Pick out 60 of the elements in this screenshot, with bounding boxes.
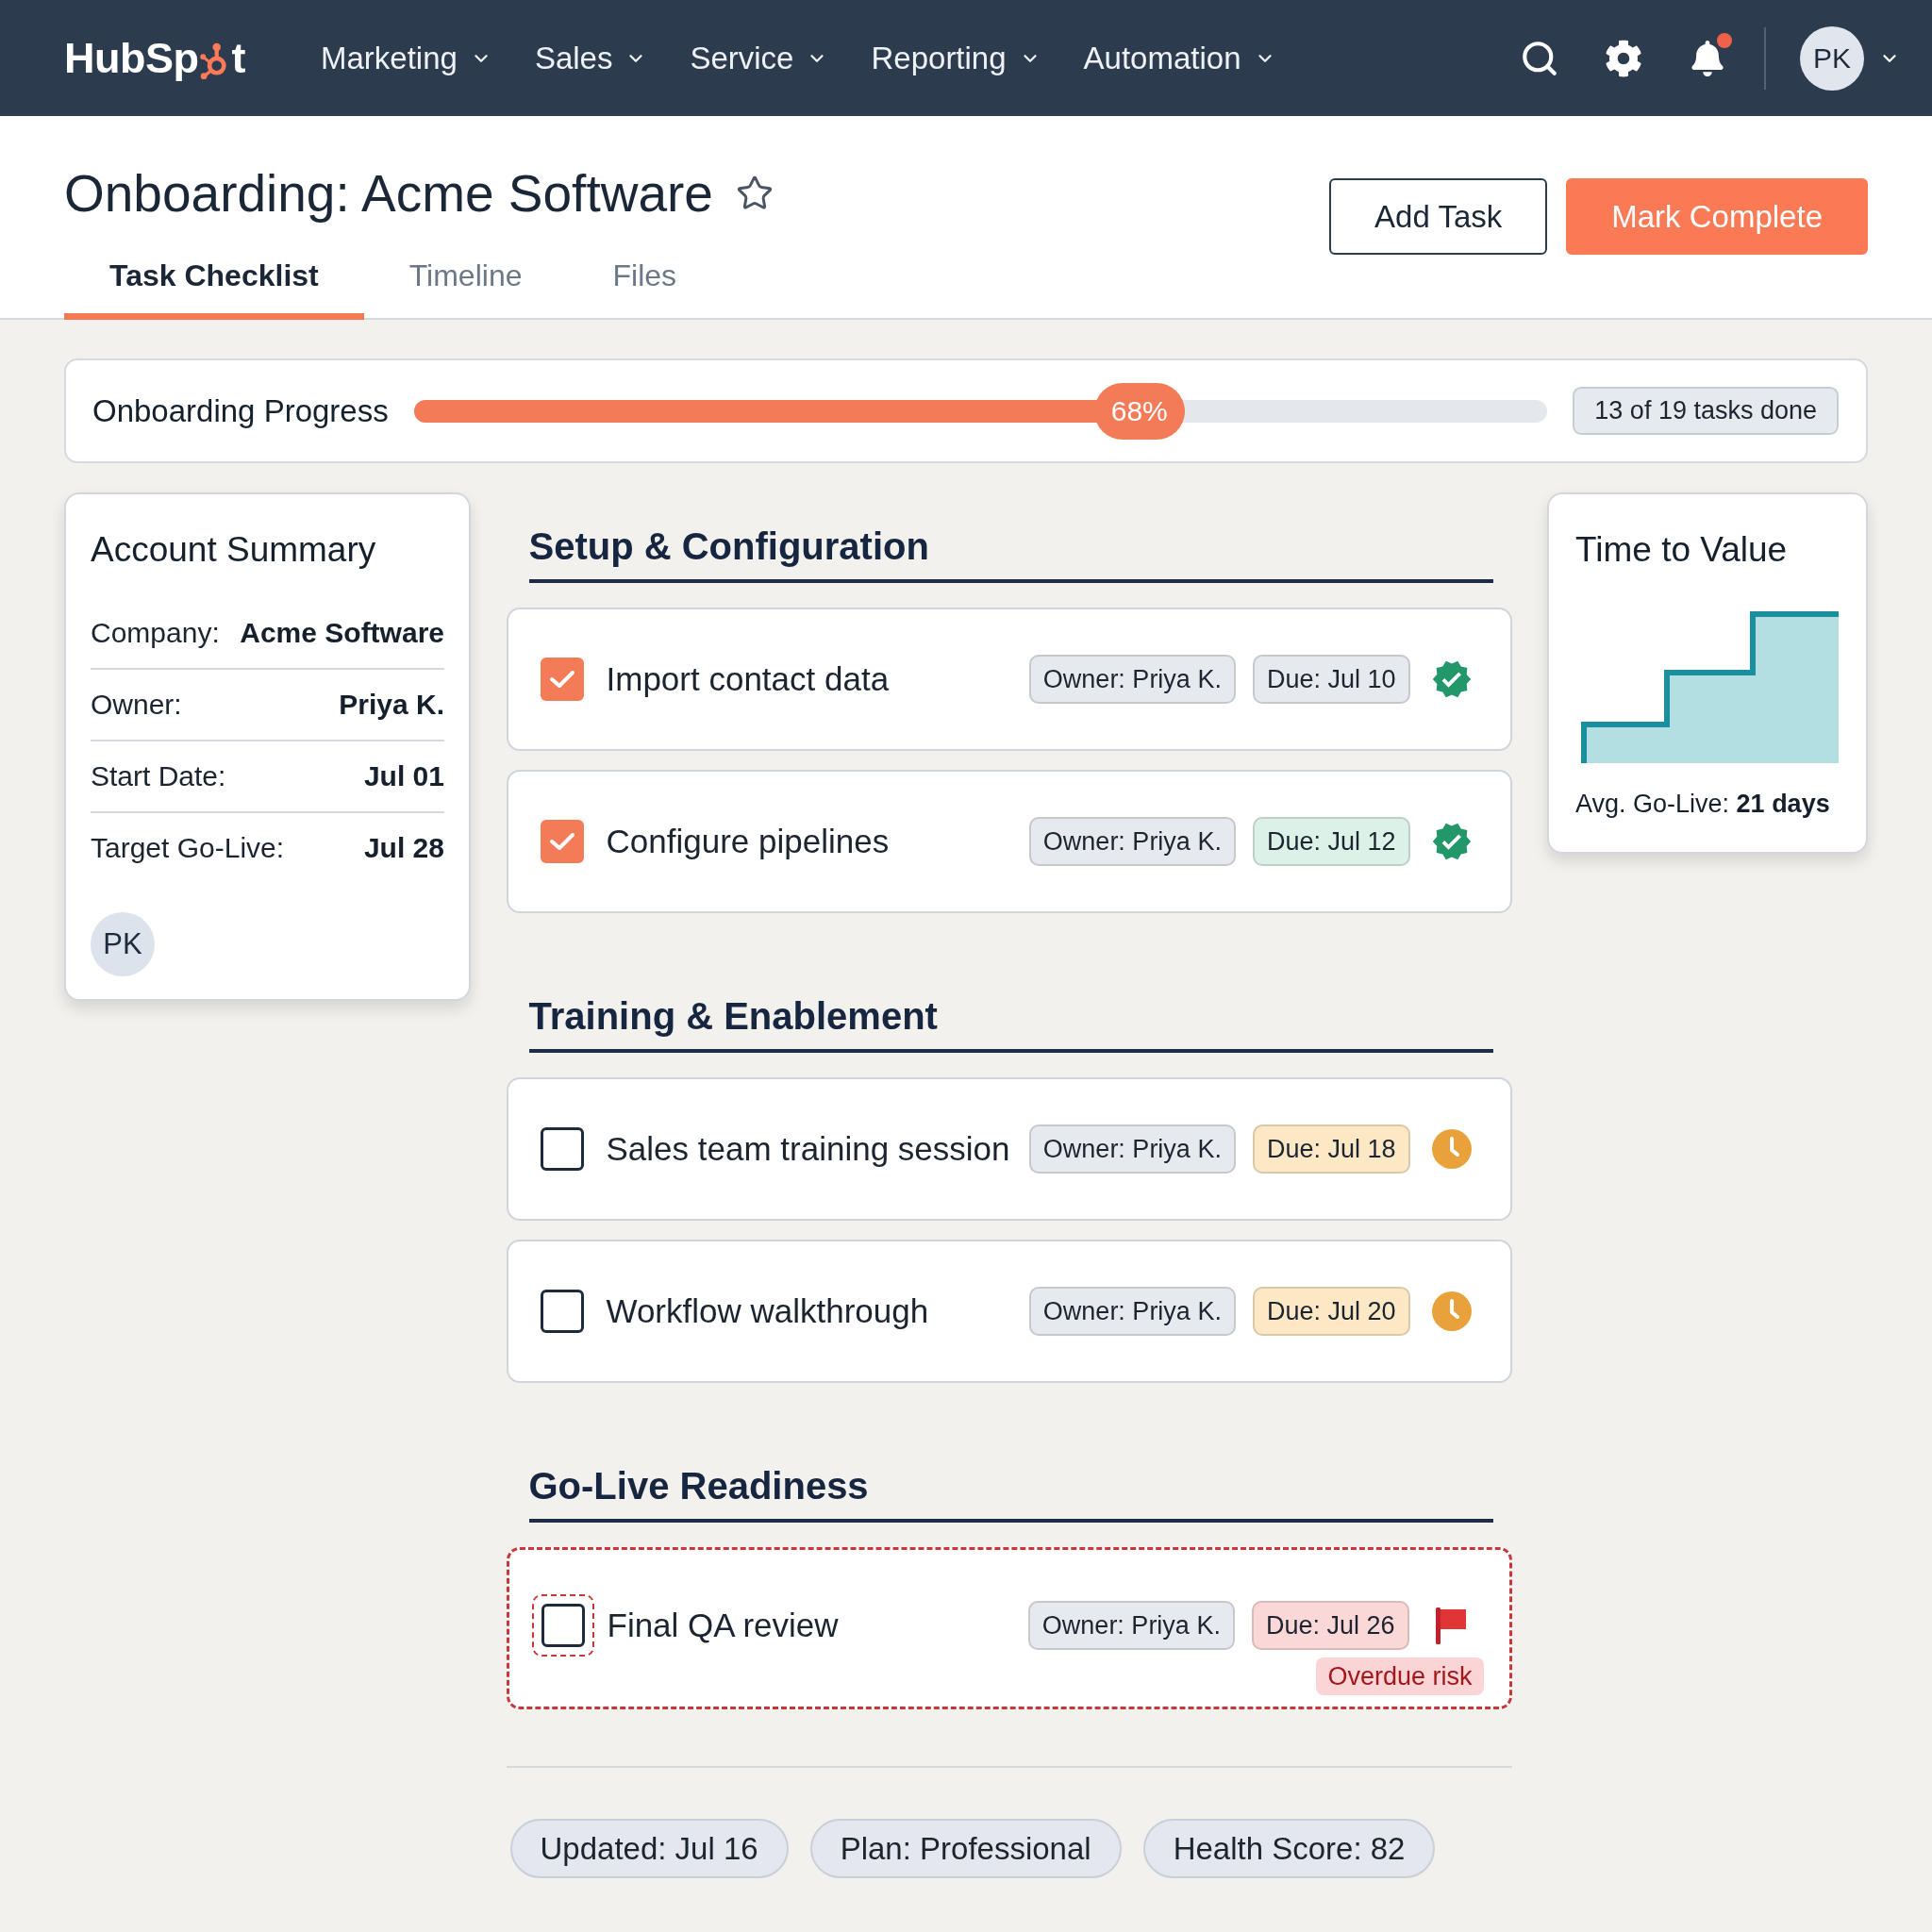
add-task-button[interactable]: Add Task [1329, 178, 1548, 255]
info-pill: Health Score: 82 [1142, 1819, 1436, 1878]
due-date-tag: Due: Jul 18 [1252, 1124, 1410, 1174]
owner-avatar: PK [91, 912, 155, 976]
field-label: Company: [91, 617, 220, 649]
checkbox[interactable] [540, 1290, 584, 1333]
checkbox[interactable] [540, 658, 584, 701]
due-date-tag: Due: Jul 20 [1252, 1287, 1410, 1336]
tab[interactable]: Timeline [363, 242, 568, 320]
task-title: Configure pipelines [606, 823, 891, 860]
owner-tag: Owner: Priya K. [1028, 1124, 1236, 1174]
tab[interactable]: Task Checklist [64, 242, 364, 320]
task-title: Workflow walkthrough [606, 1292, 930, 1330]
owner-tag: Owner: Priya K. [1027, 1601, 1235, 1650]
owner-tag: Owner: Priya K. [1028, 817, 1236, 866]
page-title: Onboarding: Acme Software [64, 163, 713, 224]
go-live-summary: Avg. Go-Live: 21 days [1575, 789, 1831, 820]
card-title: Account Summary [91, 530, 377, 570]
nav-menu-button[interactable]: Reporting [871, 39, 1041, 77]
checkbox[interactable] [540, 820, 584, 863]
checkbox[interactable] [541, 1604, 585, 1647]
nav-menu-button[interactable]: Automation [1083, 39, 1275, 77]
field-value: Jul 28 [363, 832, 444, 864]
nav-menu-button[interactable]: Sales [534, 39, 647, 77]
section-heading: Training & Enablement [528, 994, 1493, 1053]
nav-menu-button[interactable]: Marketing [321, 39, 491, 77]
field-value: Jul 01 [363, 760, 444, 792]
info-pill: Updated: Jul 16 [509, 1819, 789, 1878]
task-title: Import contact data [606, 660, 891, 698]
owner-tag: Owner: Priya K. [1028, 1287, 1236, 1336]
bell-icon[interactable] [1690, 40, 1725, 76]
due-date-tag: Due: Jul 10 [1252, 655, 1410, 704]
field-label: Target Go-Live: [91, 832, 285, 864]
card-title: Time to Value [1575, 530, 1789, 570]
tab[interactable]: Files [567, 242, 723, 320]
field-label: Start Date: [91, 760, 226, 792]
section-heading: Go-Live Readiness [528, 1464, 1493, 1523]
owner-tag: Owner: Priya K. [1028, 655, 1236, 704]
logo-text[interactable]: HubSp [64, 33, 199, 83]
nav-menu-button[interactable]: Service [690, 39, 828, 77]
star-icon[interactable] [735, 175, 774, 212]
field-value: Priya K. [339, 689, 444, 721]
field-label: Owner: [91, 689, 182, 721]
progress-percent-badge: 68% [1093, 382, 1185, 440]
progress-label: Onboarding Progress [92, 392, 389, 429]
due-date-tag: Due: Jul 12 [1252, 817, 1410, 866]
due-date-tag: Due: Jul 26 [1251, 1601, 1409, 1650]
task-count-badge: 13 of 19 tasks done [1573, 387, 1839, 435]
checkmark-icon [548, 831, 575, 852]
checkbox[interactable] [540, 1127, 584, 1171]
info-pill: Plan: Professional [809, 1819, 1122, 1878]
user-avatar[interactable]: PK [1800, 25, 1864, 91]
section-heading: Setup & Configuration [528, 525, 1493, 583]
risk-badge: Overdue risk [1316, 1657, 1484, 1695]
settings-icon[interactable] [1605, 39, 1642, 77]
field-value: Acme Software [240, 617, 444, 649]
checkmark-icon [548, 669, 575, 690]
task-title: Sales team training session [606, 1130, 1011, 1168]
task-title: Final QA review [607, 1607, 840, 1644]
logo-text[interactable]: t [231, 33, 245, 83]
